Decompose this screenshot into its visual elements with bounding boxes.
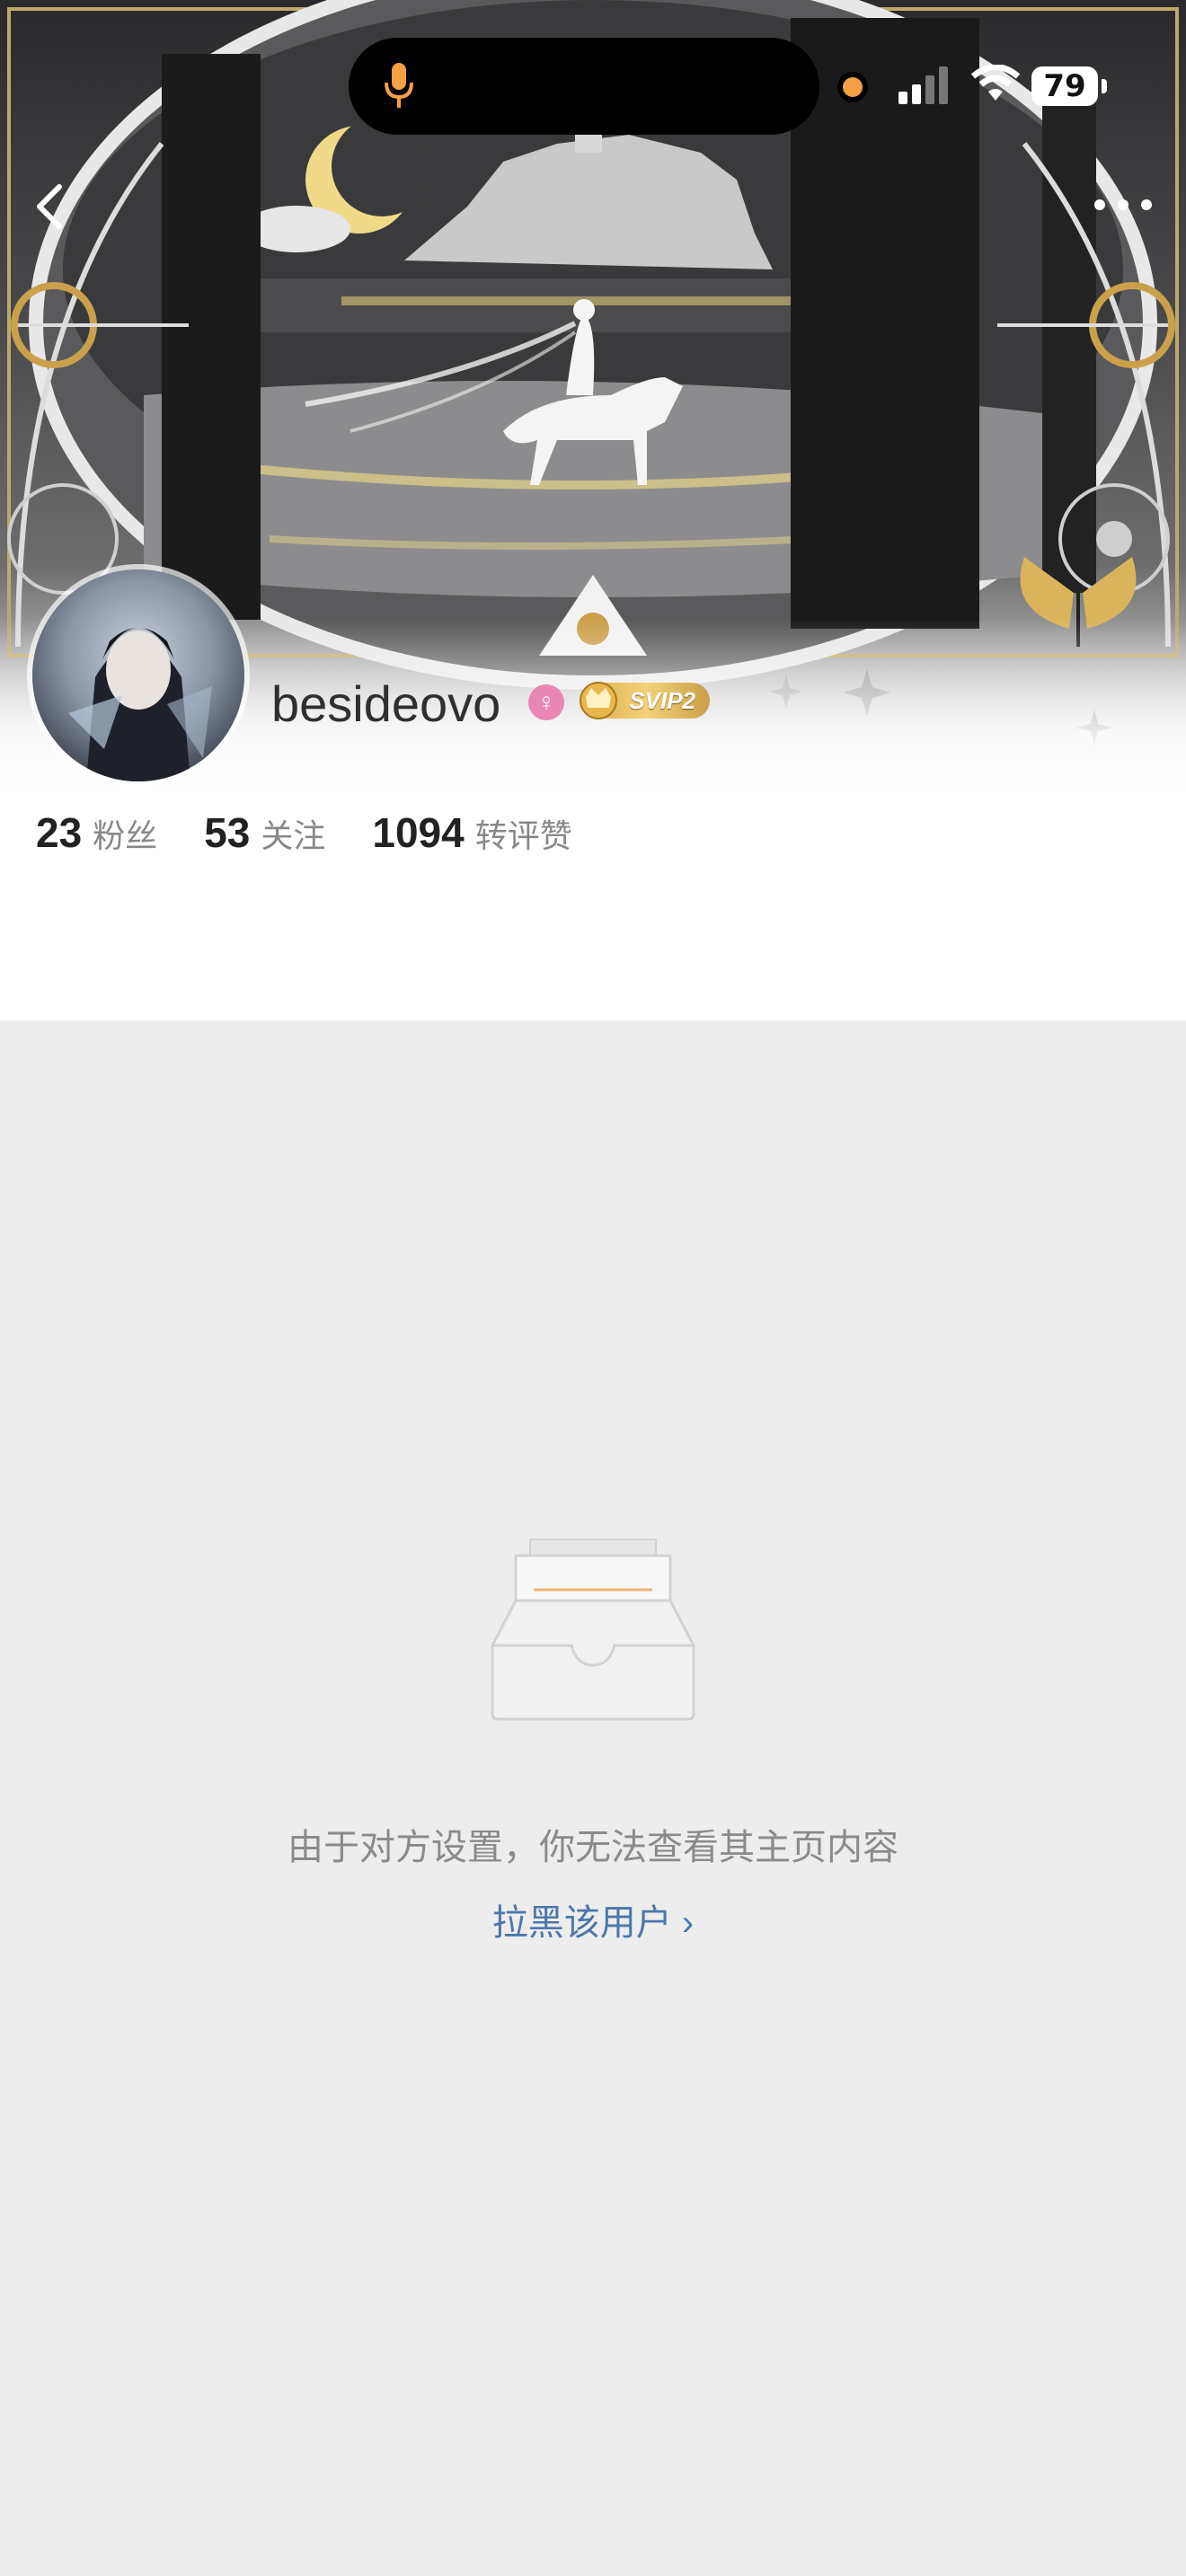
profile-stats: 23 粉丝 53 关注 1094 转评赞 bbox=[36, 808, 619, 871]
username: besideovo bbox=[271, 675, 501, 732]
more-options-icon[interactable] bbox=[1087, 187, 1159, 223]
stat-followers[interactable]: 23 粉丝 bbox=[36, 808, 157, 857]
dynamic-island bbox=[349, 38, 819, 135]
stat-following[interactable]: 53 关注 bbox=[204, 808, 325, 857]
stat-label: 关注 bbox=[261, 817, 326, 854]
empty-inbox-icon bbox=[491, 1539, 695, 1721]
stat-value: 53 bbox=[204, 809, 251, 856]
stat-label: 转评赞 bbox=[474, 817, 572, 854]
empty-state-message: 由于对方设置，你无法查看其主页内容 bbox=[288, 1828, 898, 1867]
avatar-image bbox=[68, 628, 212, 781]
stat-label: 粉丝 bbox=[93, 817, 158, 854]
microphone-icon bbox=[385, 63, 413, 108]
female-gender-icon: ♀ bbox=[528, 684, 564, 720]
cellular-signal-icon bbox=[898, 66, 948, 104]
avatar[interactable] bbox=[32, 569, 244, 781]
block-user-link[interactable]: 拉黑该用户 › bbox=[0, 1893, 1186, 1945]
crown-icon bbox=[580, 682, 617, 719]
stat-value: 1094 bbox=[372, 809, 465, 856]
battery-tip bbox=[1102, 79, 1107, 93]
stat-interactions[interactable]: 1094 转评赞 bbox=[372, 808, 571, 857]
battery-level: 79 bbox=[1031, 66, 1098, 106]
wifi-icon bbox=[970, 65, 1021, 101]
stat-value: 23 bbox=[36, 809, 83, 856]
back-arrow-icon[interactable] bbox=[25, 180, 79, 234]
privacy-indicator-dot bbox=[843, 77, 863, 97]
